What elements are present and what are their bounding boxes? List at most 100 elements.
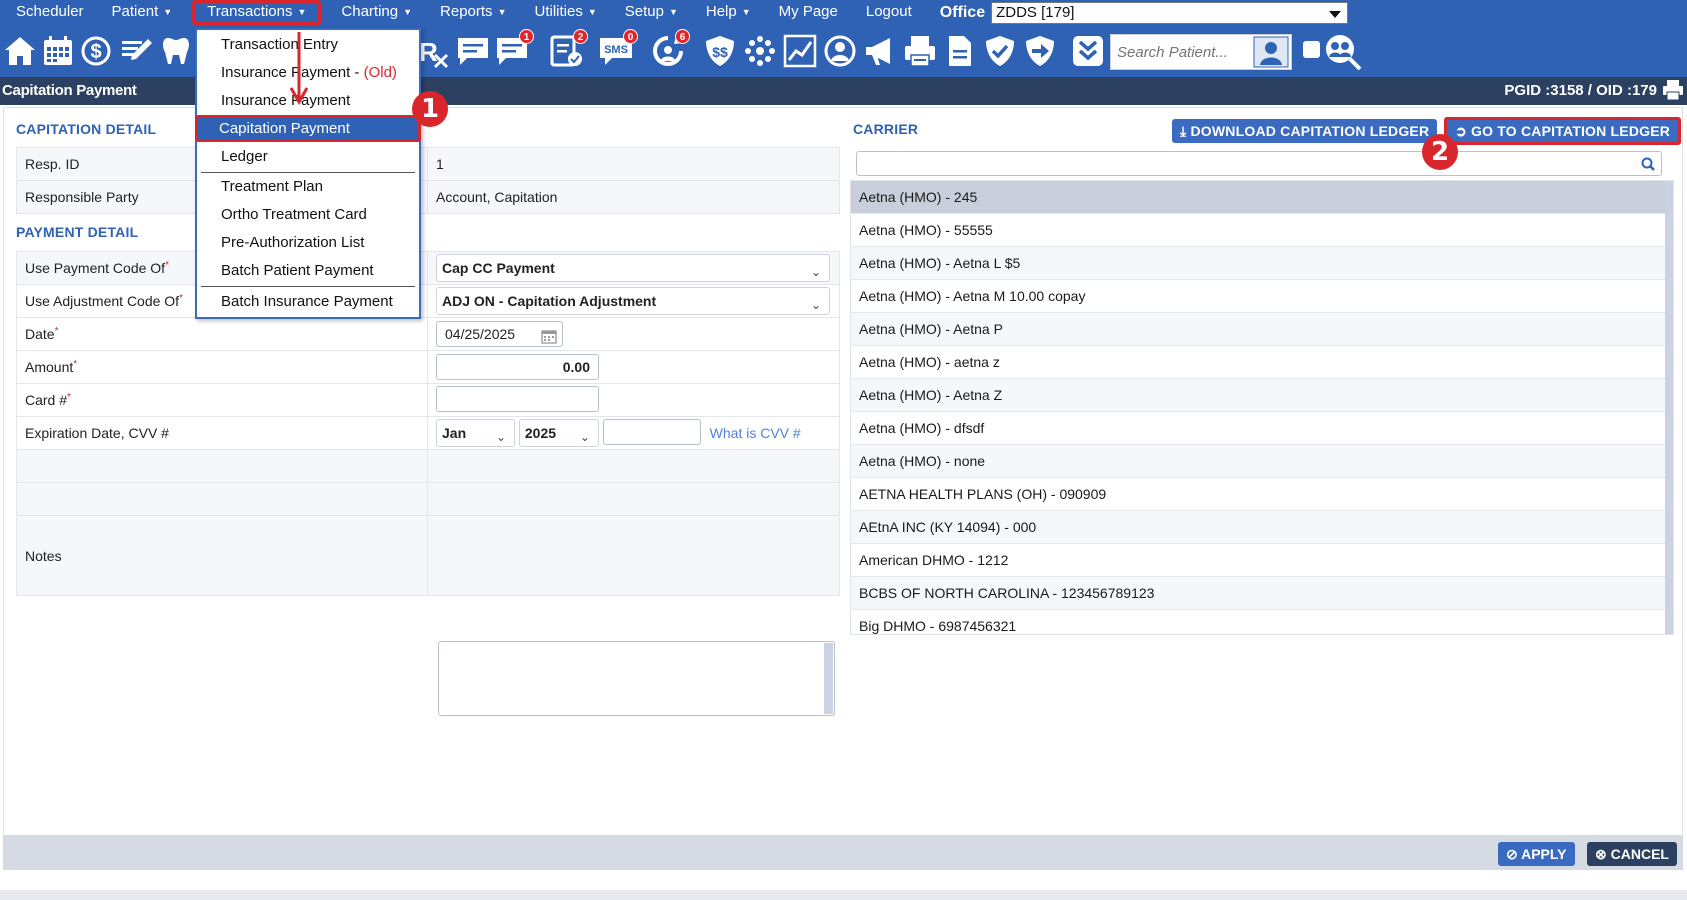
menu-setup[interactable]: Setup ▼ — [611, 0, 692, 25]
line-chart-icon[interactable] — [782, 33, 818, 69]
billing-dollar-icon[interactable]: $ — [78, 33, 114, 69]
menu-item-treatment-plan[interactable]: Treatment Plan — [197, 173, 419, 200]
date-input[interactable]: 04/25/2025 — [436, 321, 563, 347]
payment-code-select[interactable]: Cap CC Payment ⌄ — [436, 254, 830, 282]
list-item[interactable]: Aetna (HMO) - 55555 — [851, 214, 1673, 247]
menu-utilities[interactable]: Utilities ▼ — [520, 0, 610, 25]
list-item[interactable]: Aetna (HMO) - Aetna P — [851, 313, 1673, 346]
menu-logout[interactable]: Logout — [852, 0, 926, 25]
list-item[interactable]: Aetna (HMO) - 245 — [851, 181, 1673, 214]
insurance-shield-dollar-icon[interactable]: $$ — [702, 33, 738, 69]
page-ids: PGID :3158 / OID :179 — [1504, 82, 1657, 99]
message-icon[interactable] — [455, 33, 491, 69]
menu-item-ledger[interactable]: Ledger — [197, 143, 419, 170]
menu-item-batch-patient-payment[interactable]: Batch Patient Payment — [197, 257, 419, 284]
amount-label: Amount* — [16, 350, 428, 384]
caret-down-icon: ▼ — [497, 7, 507, 17]
search-patient-field[interactable] — [1110, 34, 1292, 70]
document-icon[interactable] — [942, 33, 978, 69]
menu-scheduler[interactable]: Scheduler — [0, 0, 98, 25]
calendar-icon[interactable] — [541, 327, 557, 344]
table-row: Card #* — [16, 383, 840, 417]
list-item[interactable]: Aetna (HMO) - Aetna Z — [851, 379, 1673, 412]
menu-item-batch-insurance-payment[interactable]: Batch Insurance Payment — [197, 288, 419, 315]
exp-year-select[interactable]: 2025 ⌄ — [518, 419, 599, 447]
search-patient-input[interactable] — [1111, 35, 1249, 69]
network-dots-icon[interactable] — [742, 33, 778, 69]
exp-month-select[interactable]: Jan ⌄ — [436, 419, 515, 447]
list-item[interactable]: AEtnA INC (KY 14094) - 000 — [851, 511, 1673, 544]
tooth-chart-icon[interactable] — [158, 33, 194, 69]
forms-check-icon[interactable]: 2 — [548, 29, 588, 69]
carrier-search-input[interactable] — [856, 151, 1662, 176]
menu-reports[interactable]: Reports ▼ — [426, 0, 520, 25]
printer-icon[interactable] — [902, 33, 938, 69]
shield-arrow-icon[interactable] — [1022, 33, 1058, 69]
home-icon[interactable] — [2, 33, 38, 69]
bottom-strip — [0, 890, 1687, 900]
list-item[interactable]: Aetna (HMO) - Aetna M 10.00 copay — [851, 280, 1673, 313]
notes-textarea[interactable] — [438, 641, 835, 716]
recall-icon[interactable]: 6 — [650, 29, 690, 69]
amount-input[interactable]: 0.00 — [436, 354, 599, 380]
list-item[interactable]: Aetna (HMO) - dfsdf — [851, 412, 1673, 445]
download-capitation-ledger-button[interactable]: ⤓ DOWNLOAD CAPITATION LEDGER — [1172, 119, 1438, 143]
carrier-list: Aetna (HMO) - 245 Aetna (HMO) - 55555 Ae… — [850, 180, 1674, 635]
cvv-input[interactable] — [602, 419, 701, 445]
resp-id-value: 1 — [427, 147, 840, 181]
carrier-list-scrollbar[interactable] — [1665, 181, 1673, 634]
responsible-party-value: Account, Capitation — [427, 180, 840, 214]
list-item[interactable]: Aetna (HMO) - aetna z — [851, 346, 1673, 379]
card-number-input[interactable] — [436, 385, 599, 412]
toolbar-checkbox[interactable] — [1303, 41, 1320, 58]
step-1-marker: 1 — [412, 91, 448, 127]
menu-item-pre-authorization-list[interactable]: Pre-Authorization List — [197, 229, 419, 256]
print-icon[interactable] — [1661, 79, 1685, 101]
shield-check-icon[interactable] — [982, 33, 1018, 69]
sms-badge: 0 — [623, 29, 638, 44]
notes-scrollbar[interactable] — [824, 643, 833, 714]
caret-down-icon: ▼ — [163, 7, 173, 17]
svg-text:SMS: SMS — [604, 44, 628, 56]
menu-item-capitation-payment[interactable]: Capitation Payment — [195, 115, 421, 142]
apply-button[interactable]: ⊘ APPLY — [1498, 842, 1575, 866]
globe-user-icon[interactable] — [822, 33, 858, 69]
chevrons-down-icon[interactable] — [1070, 33, 1106, 69]
table-row: Resp. ID 1 — [16, 147, 840, 181]
list-item[interactable]: Aetna (HMO) - none — [851, 445, 1673, 478]
list-item[interactable]: Aetna (HMO) - Aetna L $5 — [851, 247, 1673, 280]
chat-messages-icon[interactable]: 1 — [494, 29, 534, 69]
list-item[interactable]: AETNA HEALTH PLANS (OH) - 090909 — [851, 478, 1673, 511]
what-is-cvv-link[interactable]: What is CVV # — [710, 425, 801, 441]
menu-item-ortho-treatment-card[interactable]: Ortho Treatment Card — [197, 201, 419, 228]
svg-text:$: $ — [90, 41, 101, 63]
cancel-button[interactable]: ⊗ CANCEL — [1587, 842, 1677, 866]
forms-badge: 2 — [573, 29, 588, 44]
sms-icon[interactable]: SMS 0 — [598, 29, 638, 69]
notes-edit-icon[interactable] — [118, 33, 154, 69]
menu-help[interactable]: Help ▼ — [692, 0, 765, 25]
calendar-icon[interactable] — [40, 33, 76, 69]
dropdown-arrow-icon — [1329, 10, 1342, 18]
menu-transactions[interactable]: Transactions ▼ — [192, 0, 322, 25]
list-item[interactable]: American DHMO - 1212 — [851, 544, 1673, 577]
table-row: Use Payment Code Of* Cap CC Payment ⌄ — [16, 251, 840, 285]
list-item[interactable]: Big DHMO - 6987456321 — [851, 610, 1673, 634]
menu-charting[interactable]: Charting ▼ — [327, 0, 426, 25]
adjustment-code-select[interactable]: ADJ ON - Capitation Adjustment ⌄ — [436, 287, 830, 315]
menu-patient[interactable]: Patient ▼ — [98, 0, 187, 25]
group-search-icon[interactable] — [1322, 31, 1364, 73]
date-label: Date* — [16, 317, 428, 351]
caret-down-icon: ▼ — [587, 7, 597, 17]
office-select[interactable]: ZDDS [179] — [991, 1, 1349, 24]
chevron-down-icon: ⌄ — [579, 430, 590, 444]
caret-down-icon: ▼ — [668, 7, 678, 17]
prescription-icon[interactable]: R — [417, 33, 453, 69]
search-icon[interactable] — [1641, 157, 1655, 171]
list-item[interactable]: BCBS OF NORTH CAROLINA - 123456789123 — [851, 577, 1673, 610]
go-to-capitation-ledger-button[interactable]: ➲ GO TO CAPITATION LEDGER — [1444, 117, 1682, 145]
megaphone-icon[interactable] — [862, 33, 898, 69]
svg-text:R: R — [419, 37, 438, 67]
user-avatar-icon[interactable] — [1253, 36, 1289, 68]
menu-my-page[interactable]: My Page — [765, 0, 852, 25]
